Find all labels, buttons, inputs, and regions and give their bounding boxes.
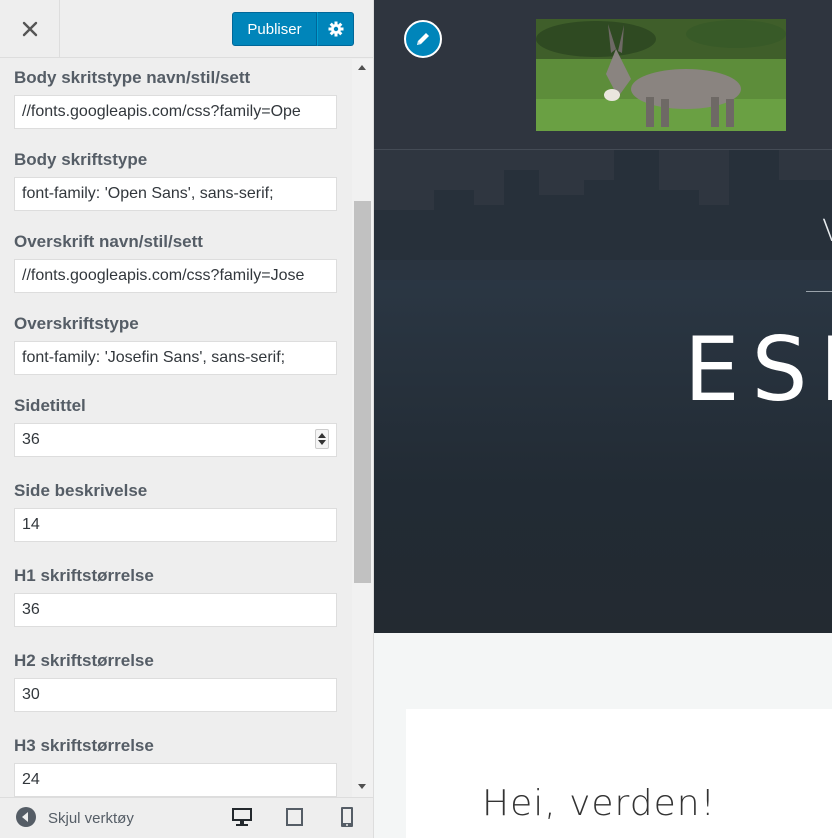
collapse-label: Skjul verktøy — [48, 809, 134, 827]
h1-size-label: H1 skriftstørrelse — [14, 566, 154, 585]
h3-size-input[interactable]: 24 — [14, 763, 337, 797]
site-logo-image[interactable] — [536, 19, 786, 131]
mobile-icon[interactable] — [336, 807, 358, 827]
sidebar-scrollbar[interactable] — [352, 59, 373, 797]
heading-font-family-input[interactable]: font-family: 'Josefin Sans', sans-serif; — [14, 341, 337, 375]
close-icon — [22, 21, 37, 36]
publish-group: Publiser — [232, 12, 354, 46]
collapse-sidebar-button[interactable]: Skjul verktøy — [16, 807, 134, 827]
close-customizer-button[interactable] — [0, 0, 60, 57]
scroll-down-icon[interactable] — [358, 784, 366, 789]
scroll-up-icon[interactable] — [358, 65, 366, 70]
body-font-url-input[interactable]: //fonts.googleapis.com/css?family=Ope — [14, 95, 337, 129]
site-title-size-input[interactable]: 36 — [14, 423, 337, 457]
publish-settings-button[interactable] — [317, 12, 354, 46]
hero-section: V ESE — [374, 0, 832, 633]
post-title[interactable]: Hei, verden! — [482, 783, 716, 824]
body-font-url-control: Body skritstype navn/stil/sett //fonts.g… — [14, 67, 337, 129]
publish-button[interactable]: Publiser — [232, 12, 317, 46]
h2-size-input[interactable]: 30 — [14, 678, 337, 712]
heading-font-url-control: Overskrift navn/stil/sett //fonts.google… — [14, 231, 337, 293]
heading-font-family-label: Overskriftstype — [14, 314, 139, 333]
h3-size-label: H3 skriftstørrelse — [14, 736, 154, 755]
spinner-up-icon[interactable] — [318, 433, 326, 438]
scroll-thumb[interactable] — [354, 201, 371, 583]
post-card: Hei, verden! — [406, 709, 832, 838]
customizer-sidebar: Publiser Body skritstype navn/stil/sett … — [0, 0, 374, 838]
h2-size-label: H2 skriftstørrelse — [14, 651, 154, 670]
number-spinner[interactable] — [315, 429, 329, 449]
body-font-family-label: Body skriftstype — [14, 150, 148, 169]
desktop-icon[interactable] — [231, 807, 253, 827]
heading-font-url-label: Overskrift navn/stil/sett — [14, 232, 203, 251]
hero-divider — [806, 291, 832, 292]
site-description: V — [822, 214, 832, 249]
heading-font-url-input[interactable]: //fonts.googleapis.com/css?family=Jose — [14, 259, 337, 293]
spinner-down-icon[interactable] — [318, 440, 326, 445]
site-description-size-input[interactable]: 14 — [14, 508, 337, 542]
customizer-header: Publiser — [0, 0, 373, 58]
h1-size-control: H1 skriftstørrelse 36 — [14, 565, 337, 627]
customizer-footer: Skjul verktøy — [0, 797, 373, 838]
tablet-icon[interactable] — [284, 807, 306, 827]
site-description-size-control: Side beskrivelse 14 — [14, 480, 337, 542]
h2-size-control: H2 skriftstørrelse 30 — [14, 650, 337, 712]
site-title-size-label: Sidetittel — [14, 396, 86, 415]
site-preview: V ESE Hei, verden! — [374, 0, 832, 838]
h3-size-control: H3 skriftstørrelse 24 — [14, 735, 337, 797]
pencil-icon — [417, 33, 429, 45]
gear-icon — [328, 21, 343, 37]
body-font-family-control: Body skriftstype font-family: 'Open Sans… — [14, 149, 337, 211]
body-font-family-input[interactable]: font-family: 'Open Sans', sans-serif; — [14, 177, 337, 211]
site-description-size-label: Side beskrivelse — [14, 481, 148, 500]
site-title-size-control: Sidetittel 36 — [14, 395, 337, 457]
body-font-url-label: Body skritstype navn/stil/sett — [14, 68, 251, 87]
edit-shortcut-button[interactable] — [404, 20, 442, 58]
collapse-arrow-icon — [16, 807, 36, 827]
h1-size-input[interactable]: 36 — [14, 593, 337, 627]
site-title[interactable]: ESE — [684, 318, 832, 421]
customizer-controls: Body skritstype navn/stil/sett //fonts.g… — [0, 59, 352, 797]
heading-font-family-control: Overskriftstype font-family: 'Josefin Sa… — [14, 313, 337, 375]
city-skyline-image — [374, 150, 832, 280]
